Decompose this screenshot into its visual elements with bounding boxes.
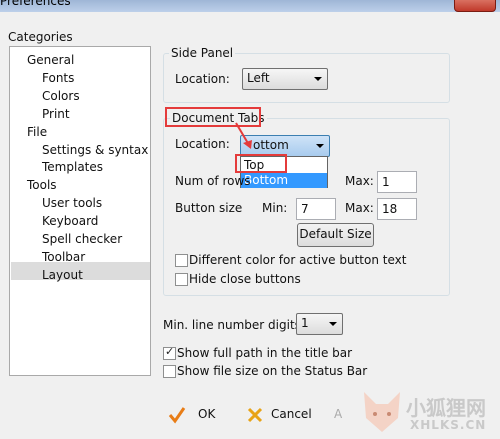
dropdown-option-bottom[interactable]: Bottom	[241, 173, 327, 188]
rows-max-input[interactable]: 1	[377, 171, 417, 193]
category-item-colors[interactable]: Colors	[42, 89, 80, 103]
category-item-tools[interactable]: Tools	[27, 178, 57, 192]
different-color-checkbox[interactable]	[175, 254, 188, 267]
cancel-x-icon	[247, 407, 263, 423]
category-item-settings-syntax[interactable]: Settings & syntax	[42, 143, 148, 157]
categories-label: Categories	[8, 30, 73, 44]
button-min-input[interactable]: 7	[296, 198, 336, 220]
apply-label: A	[334, 407, 343, 421]
category-item-user-tools[interactable]: User tools	[42, 196, 102, 210]
title-bar: Preferences	[0, 0, 500, 12]
full-path-label: Show full path in the title bar	[177, 346, 353, 360]
annotation-box-top-option	[235, 154, 287, 173]
category-item-general[interactable]: General	[27, 53, 74, 67]
rows-max-label: Max:	[345, 174, 374, 188]
watermark-url: XHLKS.CN	[410, 418, 487, 432]
category-item-spell-checker[interactable]: Spell checker	[42, 232, 122, 246]
watermark-text: 小狐狸网	[406, 396, 486, 420]
ok-button[interactable]: OK	[160, 403, 230, 427]
side-panel-location-value: Left	[247, 71, 270, 85]
category-item-templates[interactable]: Templates	[42, 160, 103, 174]
cancel-label: Cancel	[271, 407, 312, 421]
document-tabs-location-label: Location:	[175, 137, 230, 151]
ok-label: OK	[198, 407, 216, 421]
window-title: Preferences	[0, 0, 71, 8]
button-size-label: Button size	[175, 201, 243, 215]
file-size-label: Show file size on the Status Bar	[177, 364, 368, 378]
side-panel-location-label: Location:	[175, 72, 230, 86]
category-item-fonts[interactable]: Fonts	[42, 71, 74, 85]
category-item-keyboard[interactable]: Keyboard	[42, 214, 98, 228]
hide-close-checkbox[interactable]	[175, 273, 188, 286]
different-color-label: Different color for active button text	[189, 253, 407, 267]
chevron-down-icon	[329, 322, 337, 326]
category-item-toolbar[interactable]: Toolbar	[42, 250, 85, 264]
hide-close-label: Hide close buttons	[189, 272, 301, 286]
close-button[interactable]	[454, 0, 496, 12]
min-line-digits-label: Min. line number digits:	[163, 318, 305, 332]
num-rows-label: Num of rows	[175, 174, 251, 188]
default-size-button[interactable]: Default Size	[297, 223, 374, 247]
category-item-layout[interactable]: Layout	[42, 268, 83, 282]
file-size-checkbox[interactable]	[163, 365, 176, 378]
full-path-checkbox[interactable]	[163, 345, 176, 360]
chevron-down-icon	[316, 144, 324, 148]
categories-list[interactable]: General Fonts Colors Print File Settings & sy…	[9, 46, 151, 376]
category-item-file[interactable]: File	[27, 125, 47, 139]
min-line-digits-select[interactable]: 1	[296, 313, 343, 335]
side-panel-location-select[interactable]: Left	[242, 68, 328, 90]
annotation-arrow-icon	[235, 122, 252, 149]
cancel-button[interactable]: Cancel	[240, 403, 320, 427]
button-max-input[interactable]: 18	[377, 198, 417, 220]
checkmark-icon	[168, 407, 186, 424]
button-max-label: Max:	[345, 201, 374, 215]
category-item-print[interactable]: Print	[42, 107, 70, 121]
fox-logo-icon	[364, 392, 400, 432]
chevron-down-icon	[314, 77, 322, 81]
min-line-digits-value: 1	[301, 316, 309, 330]
button-min-label: Min:	[262, 201, 288, 215]
apply-button[interactable]: A	[330, 403, 360, 427]
side-panel-title: Side Panel	[169, 46, 236, 60]
